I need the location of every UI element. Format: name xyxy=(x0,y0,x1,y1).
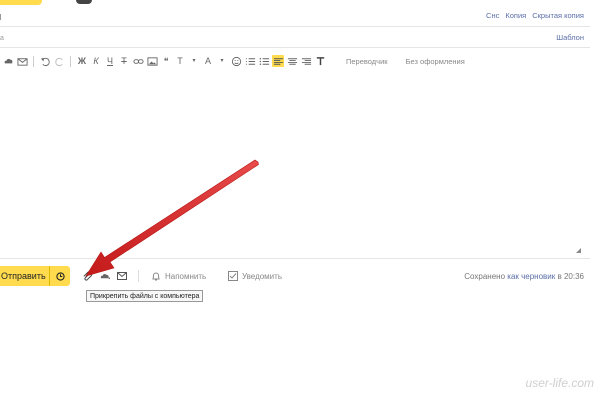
checkbox-icon[interactable] xyxy=(228,271,238,281)
align-center-icon[interactable] xyxy=(286,55,298,67)
numbered-list-icon[interactable] xyxy=(244,55,256,67)
link-icon[interactable] xyxy=(132,55,144,67)
top-yellow-strip xyxy=(0,0,42,5)
chevron-down-icon[interactable]: ▾ xyxy=(188,55,200,67)
cc-link-bcc[interactable]: Скрытая копия xyxy=(532,11,584,20)
recipients-divider xyxy=(0,26,590,27)
subject-divider xyxy=(0,47,590,48)
to-field-edge[interactable] xyxy=(0,14,3,20)
send-button[interactable]: Отправить xyxy=(0,266,51,286)
scheduled-send-button[interactable] xyxy=(49,266,70,286)
bullet-list-icon[interactable] xyxy=(258,55,270,67)
draft-link[interactable]: как черновик xyxy=(507,272,555,281)
clock-icon xyxy=(55,271,65,281)
cc-links: Снс Копия Скрытая копия xyxy=(486,11,584,20)
text-color-icon[interactable]: А xyxy=(202,55,214,67)
subject-field[interactable]: а xyxy=(0,35,4,42)
clear-format-icon[interactable] xyxy=(314,55,326,67)
cloud-icon[interactable] xyxy=(2,55,14,67)
draft-status-time: в 20:36 xyxy=(557,272,585,281)
resize-handle[interactable] xyxy=(576,248,581,253)
top-avatar-fragment xyxy=(76,0,92,4)
send-button-label: Отправить xyxy=(1,271,46,281)
formatting-toolbar: Ж К Ч Т ❝ Т ▾ А ▾ Переводчик Без оформле… xyxy=(2,53,465,69)
cloud-disk-icon[interactable] xyxy=(100,272,111,281)
envelope-icon[interactable] xyxy=(16,55,28,67)
redo-icon[interactable] xyxy=(53,55,65,67)
image-icon[interactable] xyxy=(146,55,158,67)
align-left-icon[interactable] xyxy=(272,55,284,67)
remind-button[interactable]: Напомнить xyxy=(165,272,206,281)
align-right-icon[interactable] xyxy=(300,55,312,67)
template-link[interactable]: Шаблон xyxy=(556,33,584,42)
quote-icon[interactable]: ❝ xyxy=(160,55,172,67)
no-format-button[interactable]: Без оформления xyxy=(406,57,465,66)
attach-tooltip-text: Прикрепить файлы с компьютера xyxy=(90,292,200,300)
bell-icon[interactable] xyxy=(151,271,161,281)
cc-link-copy[interactable]: Копия xyxy=(505,11,526,20)
strikethrough-icon[interactable]: Т xyxy=(118,55,130,67)
watermark-text: user-life.com xyxy=(525,376,594,390)
italic-icon[interactable]: К xyxy=(90,55,102,67)
translator-button[interactable]: Переводчик xyxy=(346,57,388,66)
attach-tooltip: Прикрепить файлы с компьютера xyxy=(86,290,204,302)
paperclip-icon[interactable] xyxy=(82,271,93,282)
editor-divider xyxy=(0,258,590,259)
undo-icon[interactable] xyxy=(39,55,51,67)
footer-separator xyxy=(138,270,139,282)
notify-button[interactable]: Уведомить xyxy=(242,272,282,281)
emoji-icon[interactable] xyxy=(230,55,242,67)
message-editor[interactable] xyxy=(0,72,588,260)
draft-status-prefix: Сохранено xyxy=(464,272,506,281)
toolbar-separator xyxy=(70,55,71,67)
envelope-icon[interactable] xyxy=(117,272,127,280)
cc-link-self[interactable]: Снс xyxy=(486,11,499,20)
bold-icon[interactable]: Ж xyxy=(76,55,88,67)
toolbar-separator xyxy=(33,55,34,67)
draft-status: Сохранено как черновик в 20:36 xyxy=(464,272,584,281)
chevron-down-icon[interactable]: ▾ xyxy=(216,55,228,67)
text-size-icon[interactable]: Т xyxy=(174,55,186,67)
underline-icon[interactable]: Ч xyxy=(104,55,116,67)
